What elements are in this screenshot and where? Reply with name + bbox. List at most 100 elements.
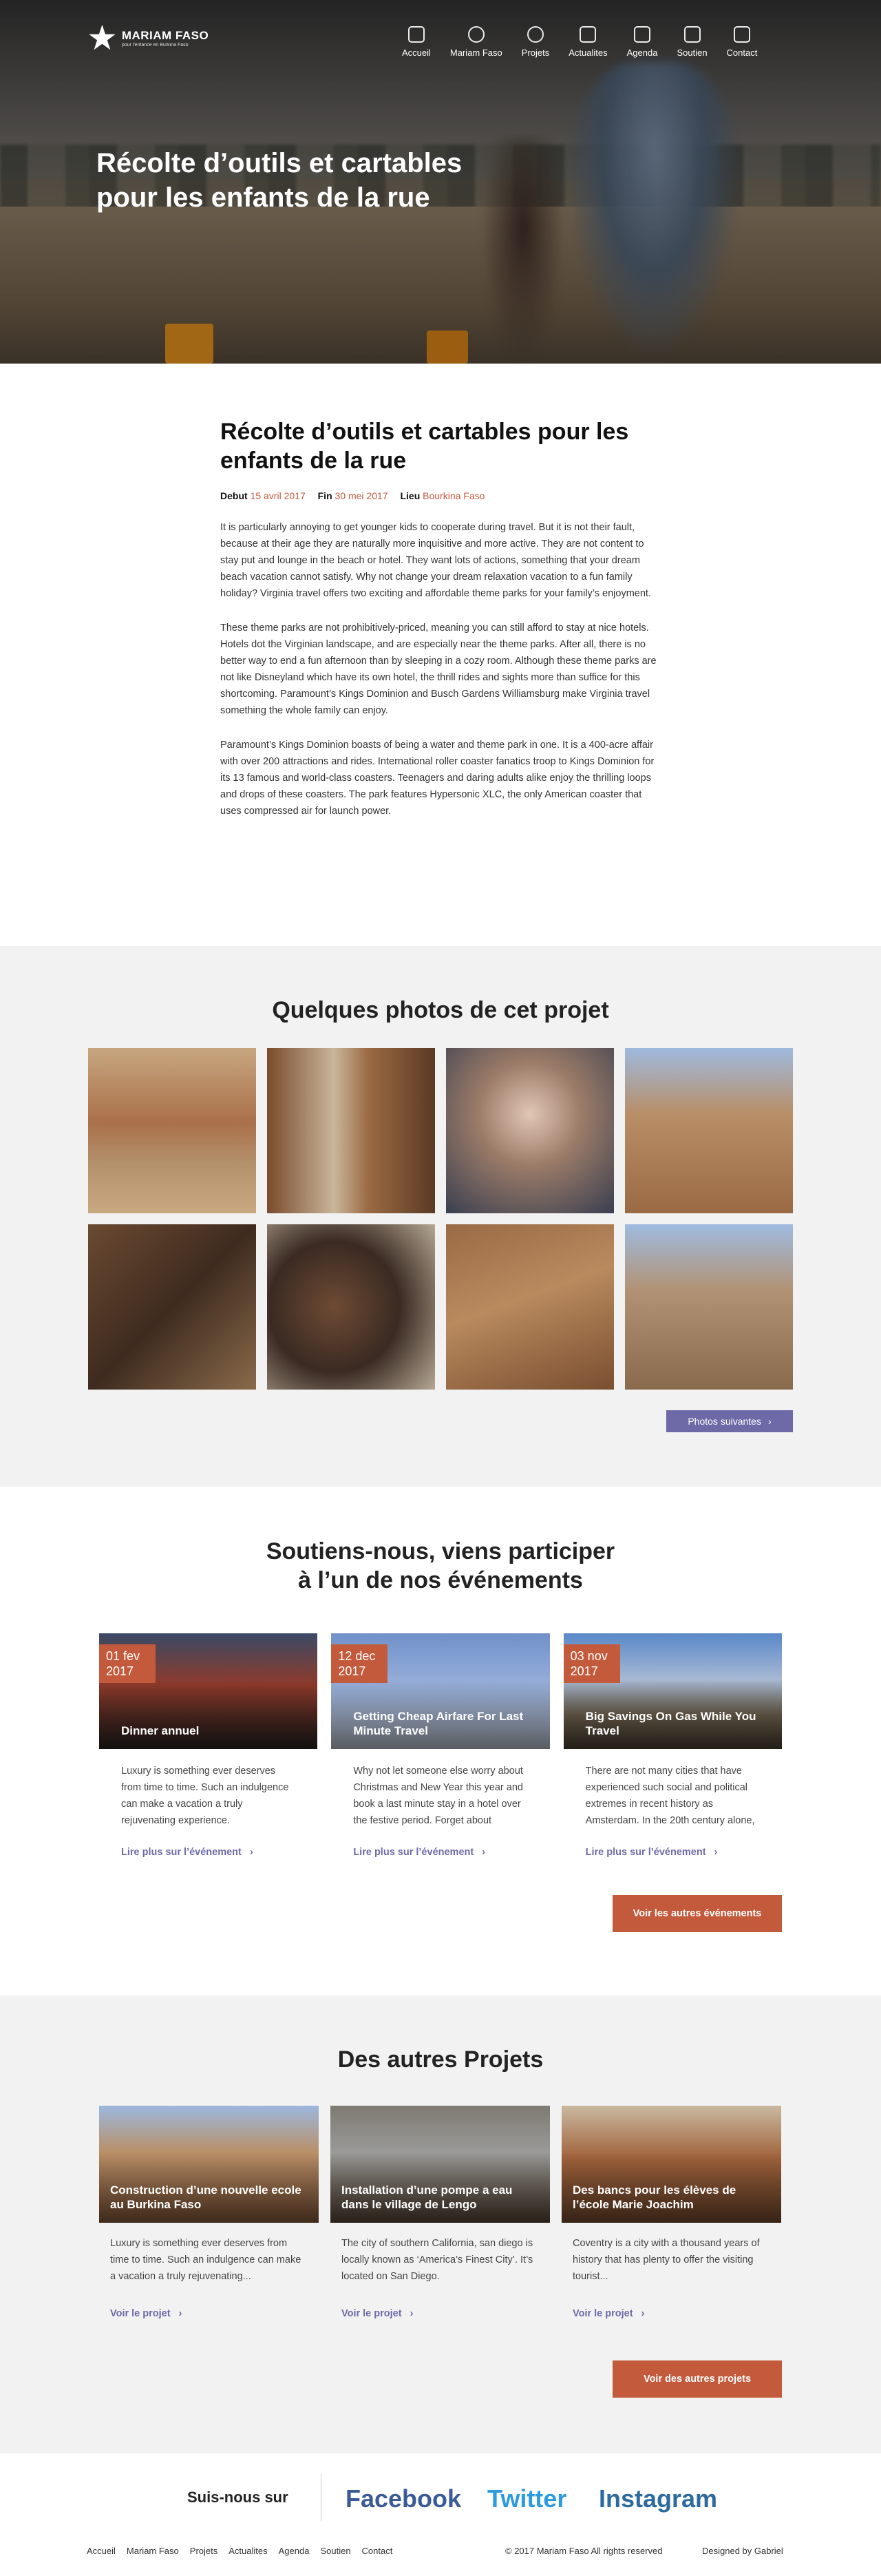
article: Récolte d’outils et cartables pour les e…	[220, 417, 661, 819]
more-events-button[interactable]: Voir les autres événements	[613, 1895, 782, 1932]
nav-item-contact[interactable]: Contact	[717, 26, 767, 58]
photo-thumbnail[interactable]	[88, 1224, 256, 1390]
nav-item-agenda[interactable]: Agenda	[617, 26, 668, 58]
event-read-more-link[interactable]: Lire plus sur l’événement ›	[331, 1837, 549, 1858]
read-more-label: Lire plus sur l’événement	[585, 1847, 706, 1858]
read-more-label: Lire plus sur l’événement	[353, 1847, 474, 1858]
project-title: Construction d’une nouvelle ecole au Bur…	[110, 2184, 301, 2211]
event-date-badge: 01 fev 2017	[99, 1644, 156, 1683]
photo-thumbnail[interactable]	[88, 1048, 256, 1213]
nav-item-actualites[interactable]: Actualites	[559, 26, 617, 58]
brand-name: MARIAM FASO	[121, 28, 209, 42]
main-nav: Accueil Mariam Faso Projets Actualites A…	[392, 26, 767, 58]
article-title: Récolte d’outils et cartables pour les e…	[220, 419, 629, 474]
lieu-label: Lieu	[400, 490, 421, 501]
view-project-label: Voir le projet	[110, 2308, 171, 2319]
instagram-link[interactable]: Instagram	[599, 2484, 717, 2513]
nav-item-soutien[interactable]: Soutien	[667, 26, 717, 58]
social-bar: Suis-nous sur Facebook Twitter Instagram	[0, 2464, 881, 2533]
article-meta: Debut 15 avril 2017 Fin 30 mei 2017 Lieu…	[220, 490, 661, 501]
copyright: © 2017 Mariam Faso All rights reserved	[505, 2546, 663, 2556]
event-date-badge: 03 nov 2017	[563, 1644, 620, 1683]
photos-title: Quelques photos de cet projet	[272, 997, 609, 1023]
project-image: Installation d’une pompe a eau dans le v…	[330, 2106, 550, 2223]
chevron-right-icon: ›	[410, 2308, 414, 2319]
events-title-line2: à l’un de nos événements	[298, 1567, 583, 1593]
photo-thumbnail[interactable]	[625, 1224, 793, 1390]
contact-icon	[733, 26, 750, 43]
view-project-link[interactable]: Voir le projet ›	[99, 2297, 319, 2319]
photo-thumbnail[interactable]	[267, 1048, 435, 1213]
footer-nav: Accueil Mariam Faso Projets Actualites A…	[87, 2546, 392, 2556]
project-title: Installation d’une pompe a eau dans le v…	[341, 2184, 513, 2211]
brand-tagline: pour l'enfance en Burkina Faso	[121, 42, 189, 48]
calendar-icon	[634, 26, 651, 43]
event-read-more-link[interactable]: Lire plus sur l’événement ›	[99, 1837, 317, 1858]
support-icon	[683, 26, 701, 43]
project-title: Des bancs pour les élèves de l’école Mar…	[573, 2184, 736, 2211]
photo-thumbnail[interactable]	[267, 1224, 435, 1390]
event-image: 01 fev 2017 Dinner annuel	[99, 1633, 318, 1749]
event-day: 01 fev	[106, 1649, 140, 1663]
project-card[interactable]: Installation d’une pompe a eau dans le v…	[330, 2106, 550, 2319]
footer-nav-item[interactable]: Actualites	[229, 2546, 267, 2556]
event-card[interactable]: 12 dec 2017 Getting Cheap Airfare For La…	[331, 1633, 550, 1858]
photo-thumbnail[interactable]	[446, 1224, 614, 1390]
fin-label: Fin	[317, 490, 332, 501]
logo[interactable]: ★ MARIAM FASO pour l'enfance en Burkina …	[87, 21, 209, 55]
nav-item-mariam-faso[interactable]: Mariam Faso	[440, 26, 512, 58]
footer-nav-item[interactable]: Mariam Faso	[127, 2546, 179, 2556]
view-project-link[interactable]: Voir le projet ›	[330, 2297, 550, 2319]
chevron-right-icon: ›	[249, 1847, 253, 1858]
read-more-label: Lire plus sur l’événement	[121, 1847, 242, 1858]
nav-item-accueil[interactable]: Accueil	[392, 26, 440, 58]
event-day: 03 nov	[570, 1649, 608, 1663]
footer-nav-item[interactable]: Projets	[190, 2546, 217, 2556]
nav-label: Accueil	[402, 48, 431, 58]
event-day: 12 dec	[338, 1649, 376, 1663]
follow-label: Suis-nous sur	[187, 2489, 288, 2506]
footer-nav-item[interactable]: Agenda	[279, 2546, 310, 2556]
project-excerpt: Luxury is something ever deserves from t…	[110, 2238, 301, 2282]
footer-nav-item[interactable]: Accueil	[87, 2546, 116, 2556]
hero-title: Récolte d’outils et cartables pour les e…	[96, 148, 463, 213]
design-credit: Designed by Gabriel	[702, 2546, 783, 2556]
project-card[interactable]: Construction d’une nouvelle ecole au Bur…	[99, 2106, 319, 2319]
nav-label: Contact	[726, 48, 758, 58]
footer-nav-item[interactable]: Contact	[362, 2546, 393, 2556]
twitter-link[interactable]: Twitter	[487, 2484, 566, 2513]
footer-nav-item[interactable]: Soutien	[320, 2546, 350, 2556]
projects-list: Construction d’une nouvelle ecole au Bur…	[99, 2106, 782, 2319]
event-card[interactable]: 01 fev 2017 Dinner annuel Luxury is some…	[99, 1633, 318, 1858]
photo-thumbnail[interactable]	[625, 1048, 793, 1213]
debut-label: Debut	[220, 490, 248, 501]
smile-icon	[467, 26, 485, 43]
article-body: It is particularly annoying to get young…	[220, 519, 661, 819]
event-title: Dinner annuel	[121, 1724, 200, 1737]
event-card[interactable]: 03 nov 2017 Big Savings On Gas While You…	[563, 1633, 782, 1858]
view-project-link[interactable]: Voir le projet ›	[562, 2297, 781, 2319]
view-project-label: Voir le projet	[341, 2308, 402, 2319]
star-logo-icon: ★	[87, 19, 118, 57]
lieu-value[interactable]: Bourkina Faso	[423, 490, 485, 501]
fin-value: 30 mei 2017	[335, 490, 388, 501]
chevron-right-icon: ›	[178, 2308, 182, 2319]
debut-value: 15 avril 2017	[250, 490, 306, 501]
nav-label: Actualites	[569, 48, 608, 58]
event-image: 03 nov 2017 Big Savings On Gas While You…	[563, 1633, 782, 1749]
nav-item-projets[interactable]: Projets	[512, 26, 559, 58]
tools-icon	[527, 26, 544, 43]
project-card[interactable]: Des bancs pour les élèves de l’école Mar…	[562, 2106, 781, 2319]
project-image: Construction d’une nouvelle ecole au Bur…	[99, 2106, 319, 2223]
more-projects-button[interactable]: Voir des autres projets	[613, 2360, 782, 2398]
article-paragraph: It is particularly annoying to get young…	[220, 522, 651, 599]
photo-thumbnail[interactable]	[446, 1048, 614, 1213]
facebook-link[interactable]: Facebook	[346, 2484, 461, 2513]
event-year: 2017	[338, 1664, 366, 1678]
event-read-more-link[interactable]: Lire plus sur l’événement ›	[564, 1837, 782, 1858]
chevron-right-icon: ›	[714, 1847, 718, 1858]
next-photos-button[interactable]: Photos suivantes ›	[666, 1410, 793, 1432]
event-title: Getting Cheap Airfare For Last Minute Tr…	[353, 1710, 524, 1737]
event-year: 2017	[570, 1664, 598, 1678]
event-title: Big Savings On Gas While You Travel	[585, 1710, 756, 1737]
